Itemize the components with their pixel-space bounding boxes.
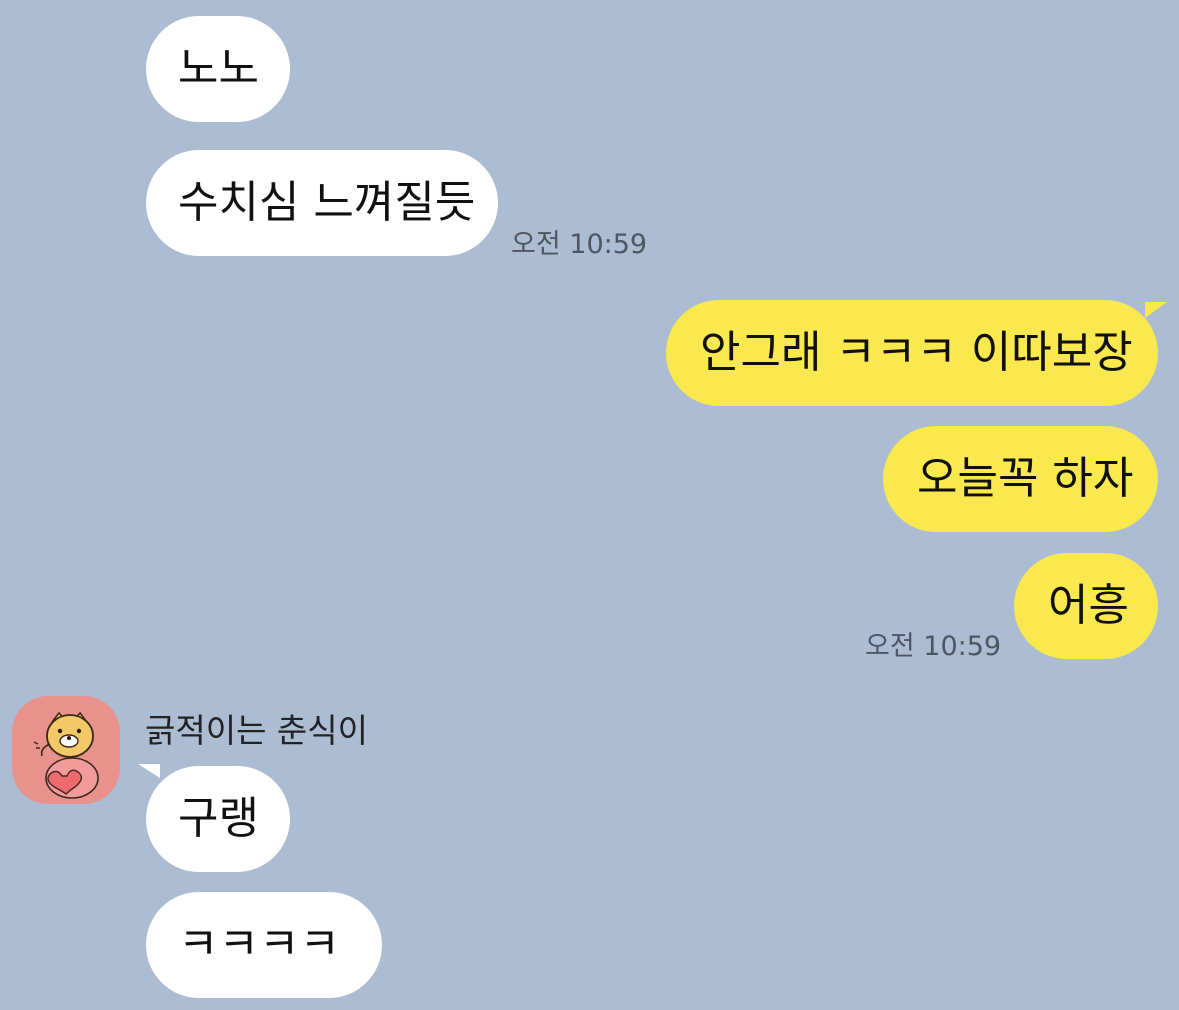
message-text: 수치심 느껴질듯 xyxy=(178,177,476,228)
bubble-tail xyxy=(138,764,160,778)
message-timestamp: 오전 10:59 xyxy=(865,631,1002,662)
message-text: 오늘꼭 하자 xyxy=(917,453,1134,504)
message-text: 노노 xyxy=(178,43,259,94)
message-bubble-incoming[interactable]: 구랭 xyxy=(146,766,290,872)
message-bubble-outgoing[interactable]: 어흥 xyxy=(1014,553,1158,659)
bubble-tail xyxy=(1145,302,1167,318)
message-bubble-incoming[interactable]: 노노 xyxy=(146,16,290,122)
message-text: 안그래 ㅋㅋㅋ 이따보장 xyxy=(700,327,1133,378)
message-bubble-incoming[interactable]: 수치심 느껴질듯 xyxy=(146,150,498,256)
chunsik-character-icon xyxy=(33,711,99,799)
message-text: 어흥 xyxy=(1048,580,1129,631)
message-timestamp: 오전 10:59 xyxy=(511,229,648,260)
message-bubble-incoming[interactable]: ㅋㅋㅋㅋ xyxy=(146,892,382,998)
sender-name: 긁적이는 춘식이 xyxy=(145,711,369,750)
chunsik-avatar-icon[interactable] xyxy=(12,696,120,804)
message-text: 구랭 xyxy=(178,793,259,844)
message-bubble-outgoing[interactable]: 안그래 ㅋㅋㅋ 이따보장 xyxy=(666,300,1158,406)
message-text: ㅋㅋㅋㅋ xyxy=(178,919,340,970)
message-bubble-outgoing[interactable]: 오늘꼭 하자 xyxy=(883,426,1158,532)
